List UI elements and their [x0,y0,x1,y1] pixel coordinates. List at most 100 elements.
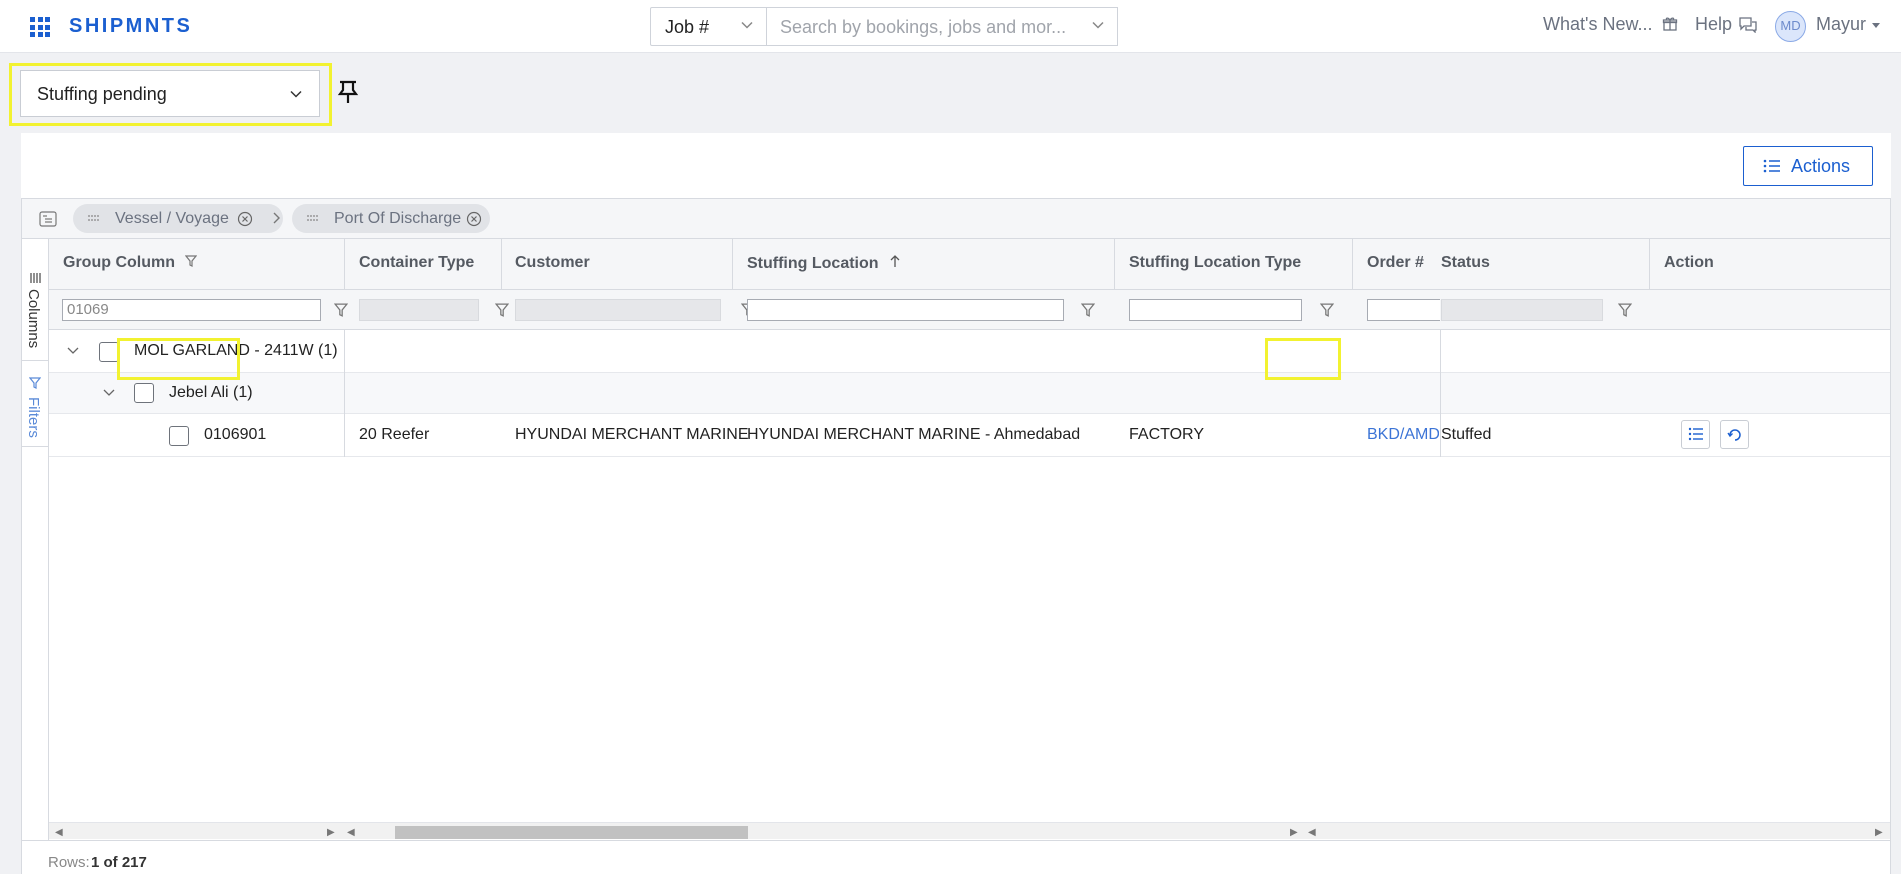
group-chip-label: Vessel / Voyage [115,210,229,227]
stuffing-location-type-cell: FACTORY [1129,426,1204,443]
drag-handle-icon[interactable] [87,214,101,224]
group-panel-icon [39,211,57,227]
row-checkbox[interactable] [169,426,189,446]
search-input[interactable] [780,17,1085,38]
columns-tab-label: Columns [25,289,42,349]
filters-tab[interactable]: Filters [22,361,49,447]
horizontal-scrollbar[interactable]: ◀ ▶ ◀ ▶ ◀ ▶ [49,822,1890,839]
row-checkbox[interactable] [134,383,154,403]
row-checkbox[interactable] [99,342,119,362]
filter-icon [29,377,41,389]
column-header-stuffing-location-type[interactable]: Stuffing Location Type [1129,239,1301,290]
column-header-order[interactable]: Order # [1367,239,1424,290]
group-chip[interactable]: Vessel / Voyage [73,204,283,233]
column-header-customer[interactable]: Customer [515,239,590,290]
chevron-down-icon[interactable] [103,388,115,398]
caret-down-icon[interactable] [1872,23,1880,28]
job-type-select[interactable]: Job # [650,7,767,46]
status-bar: Rows: 1 of 217 [22,840,1890,874]
scroll-left-icon[interactable]: ◀ [1308,827,1316,838]
side-tool-bar: Columns Filters [22,239,49,873]
filter-icon[interactable] [185,255,198,267]
details-button[interactable] [1681,420,1710,449]
refresh-button[interactable] [1720,420,1749,449]
filters-tab-label: Filters [25,397,42,438]
container-type-cell: 20 Reefer [359,426,430,443]
apps-grid-icon[interactable] [30,17,50,37]
filter-icon[interactable] [1618,303,1632,317]
rows-label: Rows: [48,854,90,871]
group-filter-input[interactable]: 01069 [62,299,321,321]
pin-icon[interactable] [337,79,359,105]
list-icon [1763,159,1780,173]
container-type-filter-input [359,299,479,321]
chevron-right-icon [273,212,280,224]
filter-icon[interactable] [334,303,348,317]
gift-icon[interactable] [1662,16,1678,32]
user-menu[interactable]: Mayur [1816,14,1866,35]
chevron-down-icon[interactable] [67,346,79,356]
job-number: 0106901 [204,426,267,443]
sort-ascending-icon[interactable] [889,254,901,268]
help-link[interactable]: Help [1695,14,1732,35]
avatar[interactable]: MD [1775,11,1806,42]
customer-cell: HYUNDAI MERCHANT MARINE [515,426,749,443]
whats-new-link[interactable]: What's New... [1543,14,1652,35]
column-header-label: Stuffing Location [747,255,879,272]
refresh-icon [1727,429,1741,441]
actions-button[interactable]: Actions [1743,146,1873,186]
scroll-right-icon[interactable]: ▶ [1875,827,1883,838]
group-label: Jebel Ali (1) [169,384,253,401]
status-cell: Stuffed [1441,426,1492,443]
column-header-action[interactable]: Action [1664,239,1714,290]
scrollbar-thumb[interactable] [395,826,748,839]
stuffing-location-type-filter-input[interactable] [1129,299,1302,321]
highlight-box [117,338,240,380]
stuffing-location-cell: HYUNDAI MERCHANT MARINE - Ahmedabad [747,426,1081,443]
scroll-left-icon[interactable]: ◀ [55,827,63,838]
column-header-container-type[interactable]: Container Type [359,239,474,290]
status-filter-input [1441,299,1603,321]
order-link[interactable]: BKD/AMD/ [1367,426,1439,444]
top-bar: SHIPMNTS Job # What's New... Help MD May… [0,0,1901,53]
remove-icon[interactable] [237,211,253,227]
chat-icon[interactable] [1739,17,1757,33]
group-row[interactable]: Jebel Ali (1) [49,373,1890,414]
grid-header: Group Column Container Type Customer Stu… [49,239,1890,290]
highlight-box [1265,338,1341,380]
floating-filter-row: 01069 [49,290,1890,330]
rows-count: 1 of 217 [91,854,147,871]
global-search[interactable] [767,7,1118,46]
columns-icon [30,273,41,283]
group-row[interactable]: MOL GARLAND - 2411W (1) [49,330,1890,373]
columns-tab[interactable]: Columns [22,239,49,361]
brand-logo[interactable]: SHIPMNTS [69,15,192,38]
column-header-group[interactable]: Group Column [63,239,198,290]
scroll-left-icon[interactable]: ◀ [347,827,355,838]
saved-view-select[interactable]: Stuffing pending [20,70,320,117]
scroll-right-icon[interactable]: ▶ [327,827,335,838]
job-type-label: Job # [665,17,710,37]
filter-icon[interactable] [1081,303,1095,317]
stuffing-location-filter-input[interactable] [747,299,1064,321]
row-group-bar: Vessel / Voyage Port Of Discharge [22,199,1890,239]
saved-view-label: Stuffing pending [37,84,167,104]
drag-handle-icon[interactable] [306,214,320,224]
order-filter-input[interactable] [1367,299,1440,321]
remove-icon[interactable] [466,211,482,227]
customer-filter-input [515,299,721,321]
data-grid: Vessel / Voyage Port Of Discharge Column… [21,198,1891,874]
column-header-label: Group Column [63,254,175,271]
actions-label: Actions [1791,156,1851,176]
column-header-stuffing-location[interactable]: Stuffing Location [747,239,901,290]
chevron-down-icon[interactable] [1091,18,1105,32]
group-chip[interactable]: Port Of Discharge [292,204,490,233]
scroll-right-icon[interactable]: ▶ [1290,827,1298,838]
column-header-status[interactable]: Status [1441,239,1490,290]
filter-icon[interactable] [495,303,509,317]
table-row[interactable]: 0106901 20 Reefer HYUNDAI MERCHANT MARIN… [49,414,1890,457]
filter-icon[interactable] [1320,303,1334,317]
chevron-down-icon [290,90,302,98]
chevron-down-icon [741,21,753,29]
list-icon [1688,427,1703,441]
